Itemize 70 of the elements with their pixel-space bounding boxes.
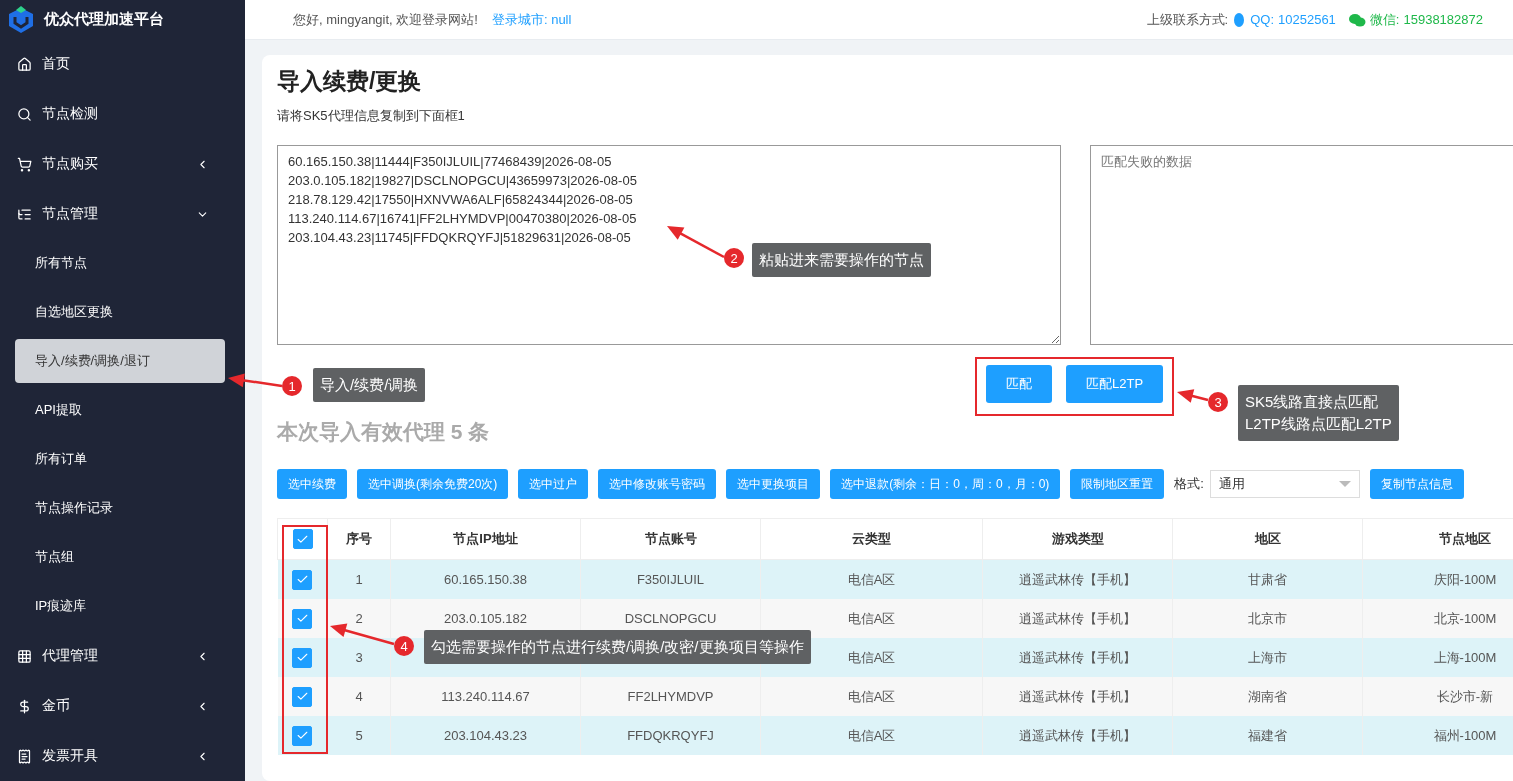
chat-bubbles-icon: [1347, 12, 1366, 27]
failed-data-field[interactable]: 匹配失败的数据: [1090, 145, 1513, 345]
grid-icon: [17, 648, 32, 664]
column-header: 节点IP地址: [390, 518, 581, 560]
callout-note: 导入/续费/调换: [313, 368, 426, 402]
callout-note: SK5线路直接点匹配 L2TP线路点匹配L2TP: [1238, 385, 1399, 441]
row-checkbox[interactable]: [292, 569, 313, 590]
checkmark-icon: [295, 729, 309, 742]
contact-label: 上级联系方式:: [1146, 10, 1229, 29]
checkmark-icon: [295, 651, 309, 664]
wechat-label: 微信:: [1369, 10, 1400, 29]
column-header: 序号: [327, 518, 391, 560]
column-header: 云类型: [760, 518, 983, 560]
valid-count-text: 本次导入有效代理 5 条: [277, 419, 490, 445]
checkmark-icon: [295, 573, 309, 586]
table-cell: 203.104.43.23: [390, 716, 581, 755]
column-header: 节点账号: [580, 518, 761, 560]
checkmark-icon: [295, 612, 309, 625]
brand-name: 优众代理加速平台: [44, 10, 164, 29]
sidebar-subitem[interactable]: IP痕迹库: [15, 584, 225, 628]
sidebar-subitem[interactable]: 节点组: [15, 535, 225, 579]
pointer-arrow: [228, 373, 283, 388]
home-icon: [17, 56, 32, 72]
callout-note: 粘贴进来需要操作的节点: [752, 243, 931, 277]
receipt-icon: [17, 748, 32, 764]
callout-note: 勾选需要操作的节点进行续费/调换/改密/更换项目等操作: [424, 630, 811, 664]
format-select[interactable]: 通用: [1210, 470, 1360, 498]
logo-icon: [6, 3, 36, 36]
column-header: 游戏类型: [982, 518, 1173, 560]
table-cell: 逍遥武林传【手机】: [982, 716, 1173, 755]
sidebar-subitem[interactable]: 自选地区更换: [15, 290, 225, 334]
row-checkbox[interactable]: [292, 647, 313, 668]
search-icon: [17, 106, 32, 122]
greeting-text: 您好, mingyangit, 欢迎登录网站!: [293, 10, 478, 29]
table-cell: 福州-100M: [1362, 716, 1513, 755]
pointer-arrow: [1177, 389, 1209, 403]
sidebar-subitem[interactable]: 导入/续费/调换/退订: [15, 339, 225, 383]
instruction-text: 请将SK5代理信息复制到下面框1: [277, 107, 466, 125]
pointer-arrow: [330, 623, 395, 646]
sidebar-subitem[interactable]: API提取: [15, 388, 225, 432]
sidebar-item[interactable]: 节点检测: [0, 89, 245, 139]
row-checkbox[interactable]: [292, 725, 313, 746]
row-checkbox[interactable]: [292, 608, 313, 629]
sidebar-subitem[interactable]: 节点操作记录: [15, 486, 225, 530]
qq-number: 10252561: [1278, 12, 1336, 27]
sidebar-item[interactable]: 发票开具: [0, 731, 245, 781]
pointer-arrow: [667, 226, 725, 259]
table-cell: 5: [327, 716, 391, 755]
cart-icon: [17, 156, 32, 172]
format-label: 格式:: [1174, 475, 1204, 493]
column-header: 地区: [1172, 518, 1363, 560]
list-icon: [17, 206, 32, 222]
select-all-checkbox[interactable]: [292, 529, 313, 549]
table-cell: 福建省: [1172, 716, 1363, 755]
sidebar-subitem[interactable]: 所有订单: [15, 437, 225, 481]
dollar-icon: [17, 698, 32, 714]
table-cell: 电信A区: [760, 716, 983, 755]
sidebar-item[interactable]: 代理管理: [0, 631, 245, 681]
qq-label: QQ:: [1250, 12, 1274, 27]
sidebar-item[interactable]: 金币: [0, 681, 245, 731]
wechat-number: 15938182872: [1403, 12, 1483, 27]
row-checkbox[interactable]: [292, 686, 313, 707]
table-cell: FFDQKRQYFJ: [580, 716, 761, 755]
sidebar-subitem[interactable]: 所有节点: [15, 241, 225, 285]
column-header: 节点地区: [1362, 518, 1513, 560]
sidebar-item[interactable]: 节点管理: [0, 189, 245, 239]
page-title: 导入续费/更换: [277, 67, 423, 96]
sidebar-item[interactable]: 节点购买: [0, 139, 245, 189]
checkmark-icon: [295, 690, 309, 703]
sidebar-item[interactable]: 首页: [0, 39, 245, 89]
